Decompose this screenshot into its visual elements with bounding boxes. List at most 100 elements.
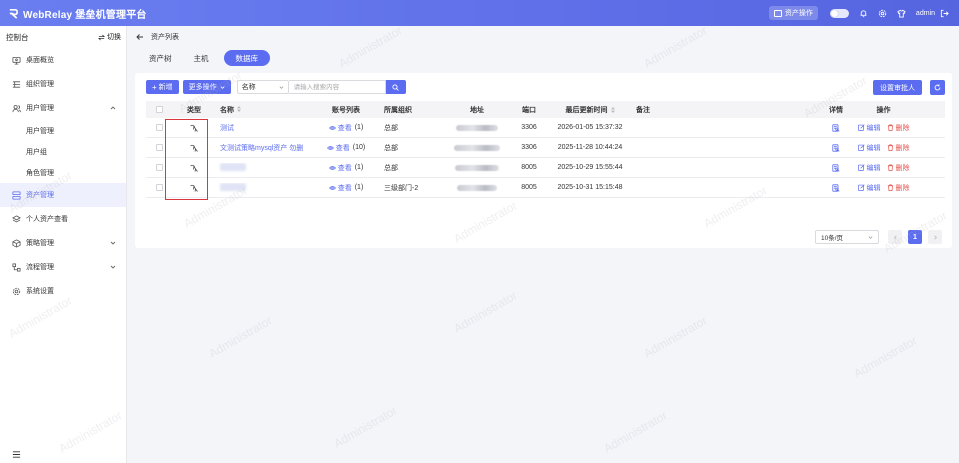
bell-icon[interactable] [859,8,869,18]
view-accounts-link[interactable]: 查看 [328,183,352,193]
table-header: 类型 名称 账号列表 所属组织 地址 端口 最后更新时间 备注 详情 操作 [146,101,945,118]
shirt-icon[interactable] [897,8,907,18]
port-cell: 3306 [521,144,537,151]
asset-name-link[interactable]: 文测试策略mysql资产 勿删 [216,143,310,153]
sidebar: 控制台 切换 桌面概览 组织管理 用户管理 用户管理 用户组 角色管理 资产管理… [0,26,127,463]
col-updated-label: 最后更新时间 [565,106,608,114]
delete-button[interactable]: 删除 [887,143,910,153]
logo[interactable]: WebRelay 堡垒机管理平台 [8,6,147,21]
updated-cell: 2025-10-31 15:15:48 [557,184,623,191]
col-type: 类型 [187,106,201,114]
col-name-label: 名称 [220,106,234,114]
sidebar-item-users[interactable]: 用户管理 [0,96,126,120]
more-actions-label: 更多操作 [188,84,217,91]
edit-icon [857,164,865,171]
mysql-icon [190,144,198,152]
collapse-menu-icon[interactable] [12,450,21,459]
chevron-down-icon [110,265,116,269]
col-accounts: 账号列表 [332,106,360,114]
more-actions-button[interactable]: 更多操作 [182,80,231,94]
edit-button[interactable]: 编辑 [857,183,881,193]
sidebar-item-personal-assets[interactable]: 个人资产查看 [0,207,126,231]
delete-button[interactable]: 删除 [887,163,910,173]
asset-name-link[interactable]: 测试 [216,123,310,133]
sidebar-subitem-role[interactable]: 角色管理 [0,162,126,183]
asset-operation-button[interactable]: 资产操作 [768,6,818,20]
sidebar-subitem-user-group[interactable]: 用户组 [0,141,126,162]
mysql-icon [190,184,198,192]
tab-database[interactable]: 数据库 [223,50,270,66]
eye-icon [326,145,334,150]
detail-icon[interactable] [832,143,840,152]
col-updated[interactable]: 最后更新时间 [546,105,634,115]
asset-name-redacted[interactable] [220,182,246,191]
sidebar-item-policy[interactable]: 策略管理 [0,231,126,255]
asset-name-redacted[interactable] [220,162,246,171]
sidebar-item-settings[interactable]: 系统设置 [0,279,126,303]
top-bar: WebRelay 堡垒机管理平台 资产操作 admin [0,0,959,26]
row-checkbox[interactable] [155,164,163,171]
search-input[interactable] [288,80,386,94]
console-title: 控制台 [6,32,29,42]
sidebar-item-label: 资产管理 [26,192,54,199]
user-name[interactable]: admin [916,10,935,17]
page-1-button[interactable]: 1 [908,230,922,244]
tab-asset-tree[interactable]: 资产树 [142,50,179,66]
detail-icon[interactable] [832,183,840,192]
tab-host[interactable]: 主机 [187,50,216,66]
breadcrumb: 资产列表 [136,32,179,42]
select-all-checkbox[interactable] [155,106,163,113]
view-label: 查看 [335,144,350,152]
switch-button[interactable]: 切换 [98,32,121,42]
delete-button[interactable]: 删除 [887,183,910,193]
view-accounts-link[interactable]: 查看 [328,123,352,133]
sidebar-subitem-user-manage[interactable]: 用户管理 [0,120,126,141]
org-cell: 三级部门-2 [384,184,419,192]
delete-button[interactable]: 删除 [887,123,910,133]
detail-icon[interactable] [832,123,840,132]
edit-button[interactable]: 编辑 [857,163,881,173]
pagination: 10条/页 1 [815,230,948,244]
delete-label: 删除 [895,144,910,152]
chevron-down-icon [868,235,873,239]
back-arrow-icon[interactable] [136,33,144,41]
table-row: 文测试策略mysql资产 勿删 查看 (10) 总部 3306 2025-11-2… [146,138,945,158]
refresh-button[interactable] [930,80,945,95]
address-redacted [455,164,499,171]
updated-cell: 2025-11-28 10:44:24 [557,144,623,151]
edit-label: 编辑 [866,184,881,192]
chevron-down-icon [110,241,116,245]
sidebar-item-assets[interactable]: 资产管理 [0,183,126,207]
set-approver-button[interactable]: 设置审批人 [873,80,922,95]
edit-icon [857,144,865,151]
next-page-button[interactable] [928,230,942,244]
mysql-icon [190,124,198,132]
sidebar-item-org[interactable]: 组织管理 [0,72,126,96]
detail-icon[interactable] [832,163,840,172]
page-size-select[interactable]: 10条/页 [815,230,879,244]
new-button-label: 新增 [158,84,173,91]
row-checkbox[interactable] [155,184,163,191]
search-field-select[interactable]: 名称 [236,80,289,94]
edit-button[interactable]: 编辑 [857,143,881,153]
logout-icon[interactable] [940,9,949,18]
edit-button[interactable]: 编辑 [857,123,881,133]
col-name[interactable]: 名称 [216,105,310,115]
row-checkbox[interactable] [155,124,163,131]
sidebar-item-dashboard[interactable]: 桌面概览 [0,48,126,72]
view-accounts-link[interactable]: 查看 [328,163,352,173]
eye-icon [328,125,336,130]
flow-icon [12,262,21,272]
sidebar-item-label: 用户管理 [26,105,54,112]
table-row: 查看 (1) 总部 8005 2025-10-29 15:55:44 编辑 删除 [146,158,945,178]
search-button[interactable] [385,80,406,94]
prev-page-button[interactable] [888,230,902,244]
account-count: (1) [354,164,364,171]
view-accounts-link[interactable]: 查看 [326,143,350,153]
new-button[interactable]: + 新增 [146,80,179,94]
row-checkbox[interactable] [155,144,163,151]
sidebar-item-flow[interactable]: 流程管理 [0,255,126,279]
theme-toggle[interactable] [829,8,849,18]
settings-icon[interactable] [878,8,888,18]
edit-label: 编辑 [866,164,881,172]
